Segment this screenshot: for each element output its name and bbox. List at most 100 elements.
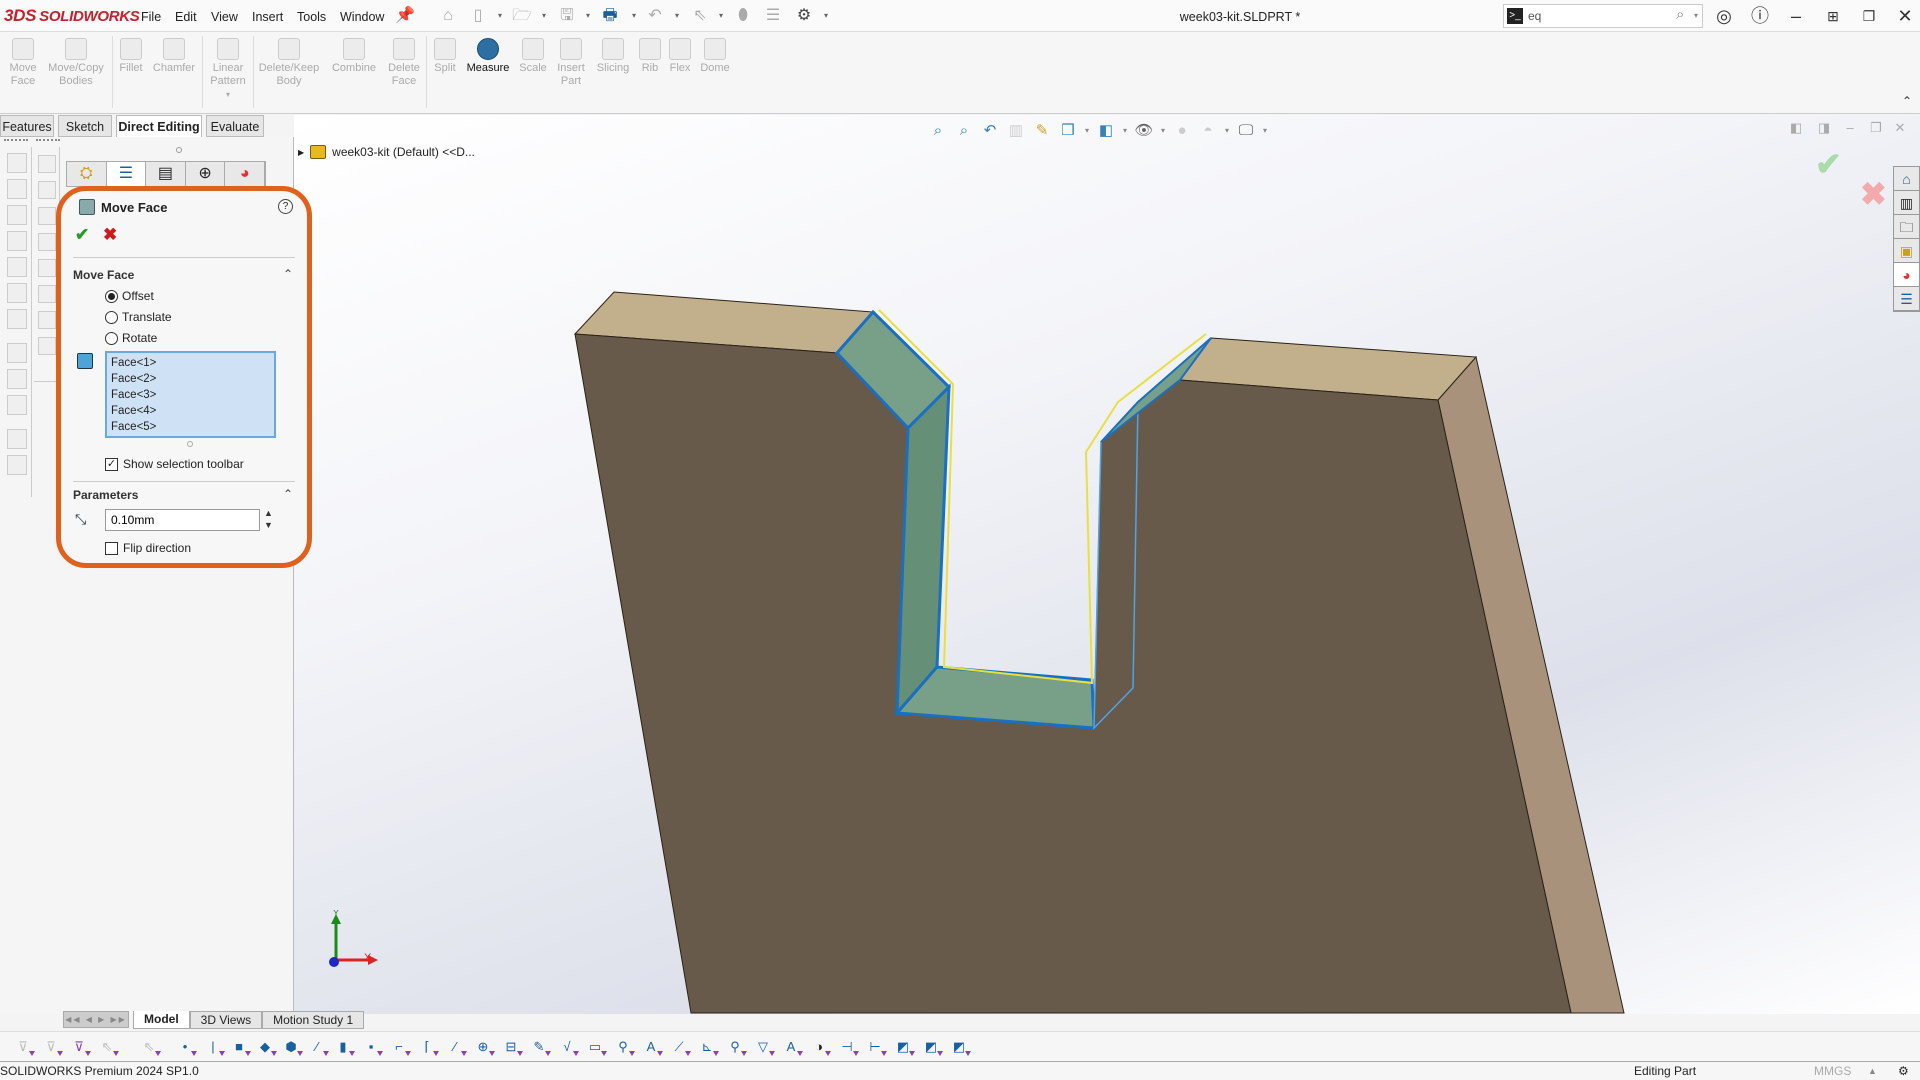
options-gear-icon[interactable]: ⚙ — [794, 6, 814, 26]
view-settings-icon[interactable]: 🖵 — [1236, 121, 1256, 141]
undo-dropdown-icon[interactable]: ▾ — [673, 6, 681, 26]
solidworks-logo[interactable]: 3DS SOLIDWORKS — [4, 6, 140, 26]
filter-blocks-icon[interactable]: ▽ — [754, 1038, 775, 1056]
filter-notes-icon[interactable]: ▭ — [586, 1038, 607, 1056]
configurationmanager-tab-icon[interactable]: ▤ — [146, 162, 186, 186]
filter-surface-finish-icon[interactable]: ✎ — [530, 1038, 551, 1056]
view-orientation-dropdown-icon[interactable]: ▾ — [1084, 121, 1090, 141]
section-view-icon[interactable]: ▥ — [1006, 121, 1026, 141]
checkbox[interactable] — [105, 541, 118, 555]
normal-to-icon[interactable] — [6, 343, 27, 363]
flip-direction-checkbox[interactable]: Flip direction — [105, 541, 191, 555]
spin-down-icon[interactable]: ▼ — [264, 519, 276, 531]
filter-edges-icon[interactable]: | — [204, 1038, 225, 1056]
weld-symbol-icon[interactable] — [37, 259, 56, 277]
linear-pattern-tool[interactable]: Linear Pattern ▾ — [206, 38, 250, 101]
undo-icon[interactable]: ↶ — [645, 6, 665, 26]
viewport-minimize-icon[interactable]: – — [1840, 120, 1860, 140]
radio-rotate[interactable]: Rotate — [105, 331, 157, 345]
top-view-icon[interactable] — [6, 257, 27, 277]
view-palette-icon[interactable]: ▣ — [1894, 239, 1919, 263]
move-face-tool[interactable]: Move Face — [6, 38, 40, 88]
apply-scene-icon[interactable]: ◓ — [1198, 121, 1218, 141]
filter-all-icon[interactable]: ⊽ — [70, 1038, 91, 1056]
dome-tool[interactable]: Dome — [698, 38, 732, 75]
search-input[interactable] — [1528, 8, 1668, 24]
viewport-left-icon[interactable]: ◧ — [1786, 120, 1806, 140]
filter-datum-features-icon[interactable]: ⟋ — [670, 1038, 691, 1056]
filter-toggle-icon[interactable]: ⊽ — [14, 1038, 35, 1056]
filter-center-marks-icon[interactable]: ⁄ — [446, 1038, 467, 1056]
open-dropdown-icon[interactable]: ▾ — [540, 6, 548, 26]
filter-mesh-facet-icon[interactable]: ◩ — [894, 1038, 915, 1056]
restore-button[interactable]: ❐ — [1855, 4, 1883, 28]
filter-routing-point-icon[interactable]: ⊢ — [866, 1038, 887, 1056]
display-style-icon[interactable]: ◧ — [1096, 121, 1116, 141]
front-view-icon[interactable] — [6, 153, 27, 173]
list-item[interactable]: Face<2> — [111, 371, 270, 387]
save-icon[interactable]: 🖫 — [557, 6, 577, 26]
delete-face-tool[interactable]: Delete Face — [386, 38, 422, 88]
list-item[interactable]: Face<1> — [111, 355, 270, 371]
filter-clear-icon[interactable]: ⊽ — [42, 1038, 63, 1056]
list-item[interactable]: Face<4> — [111, 403, 270, 419]
menu-file[interactable]: File — [141, 10, 161, 24]
close-button[interactable]: ✕ — [1891, 4, 1919, 28]
show-selection-toolbar-checkbox[interactable]: ✓ Show selection toolbar — [105, 457, 244, 471]
design-library-icon[interactable]: ▥ — [1894, 191, 1919, 215]
copy-icon[interactable] — [6, 429, 27, 449]
filter-dimensions-icon[interactable]: ⊟ — [502, 1038, 523, 1056]
displaymanager-tab-icon[interactable]: ◕ — [225, 162, 265, 186]
confirmation-corner-cancel-icon[interactable]: ✖ — [1860, 175, 1887, 213]
filter-axes-icon[interactable]: ⁄ — [308, 1038, 329, 1056]
filter-annotations-icon[interactable]: A — [782, 1038, 803, 1056]
file-properties-icon[interactable]: ☰ — [763, 6, 783, 26]
new-document-icon[interactable]: ▯ — [468, 6, 488, 26]
account-icon[interactable]: ◎ — [1710, 4, 1738, 28]
edit-appearance-icon[interactable]: ● — [1172, 121, 1192, 141]
scene-dropdown-icon[interactable]: ▾ — [1224, 121, 1230, 141]
filter-sketch-points-icon[interactable]: ▪ — [362, 1038, 383, 1056]
display-style-dropdown-icon[interactable]: ▾ — [1122, 121, 1128, 141]
bottom-view-icon[interactable] — [6, 283, 27, 303]
block-icon[interactable] — [37, 311, 56, 329]
viewport-right-icon[interactable]: ◨ — [1814, 120, 1834, 140]
cancel-button[interactable]: ✖ — [103, 225, 117, 245]
rebuild-icon[interactable]: ⬮ — [733, 6, 753, 26]
units-menu-arrow-icon[interactable]: ▲ — [1868, 1062, 1877, 1080]
new-dropdown-icon[interactable]: ▾ — [496, 6, 504, 26]
sketch-tools-icon[interactable] — [6, 369, 27, 389]
zoom-to-fit-icon[interactable]: ⌕ — [928, 121, 948, 141]
faces-selection-list[interactable]: Face<1> Face<2> Face<3> Face<4> Face<5> — [105, 351, 276, 438]
graphics-area[interactable] — [294, 115, 1920, 1014]
filter-vertices-icon[interactable]: • — [176, 1038, 197, 1056]
print-icon[interactable]: 🖶 — [600, 6, 620, 26]
filter-midpoints-icon[interactable]: ⌈ — [418, 1038, 439, 1056]
radio-button[interactable] — [105, 289, 118, 303]
distance-spinner[interactable]: ▲ ▼ — [264, 507, 276, 531]
insert-part-tool[interactable]: Insert Part — [554, 38, 588, 88]
checkbox[interactable]: ✓ — [105, 457, 118, 471]
filter-sketch-segments-icon[interactable]: ⌐ — [390, 1038, 411, 1056]
menu-view[interactable]: View — [211, 10, 238, 24]
left-view-icon[interactable] — [6, 205, 27, 225]
view-orientation-icon[interactable]: ❒ — [1058, 121, 1078, 141]
rebuild-status-icon[interactable]: ⚙ — [1898, 1062, 1909, 1080]
tab-motion-study[interactable]: Motion Study 1 — [262, 1011, 365, 1029]
search-box[interactable]: >_ ⌕ ▾ — [1503, 4, 1703, 28]
open-icon[interactable]: 🗁 — [512, 6, 532, 26]
filter-cosmetic-threads-icon[interactable]: ⊾ — [698, 1038, 719, 1056]
help-icon[interactable]: ? — [278, 199, 293, 214]
spin-up-icon[interactable]: ▲ — [264, 507, 276, 519]
hide-show-items-icon[interactable]: 👁 — [1134, 121, 1154, 141]
menu-insert[interactable]: Insert — [252, 10, 283, 24]
appearances-icon[interactable]: ◕ — [1894, 263, 1919, 287]
ok-button[interactable]: ✔ — [75, 225, 89, 245]
menu-window[interactable]: Window — [340, 10, 384, 24]
viewport-close-icon[interactable]: ✕ — [1890, 120, 1910, 140]
scale-tool[interactable]: Scale — [516, 38, 550, 75]
filter-geometric-tolerance-icon[interactable]: √ — [558, 1038, 579, 1056]
select-dropdown-icon[interactable]: ▾ — [717, 6, 725, 26]
minimize-button[interactable]: – — [1782, 4, 1810, 28]
surface-finish-icon[interactable] — [37, 233, 56, 251]
